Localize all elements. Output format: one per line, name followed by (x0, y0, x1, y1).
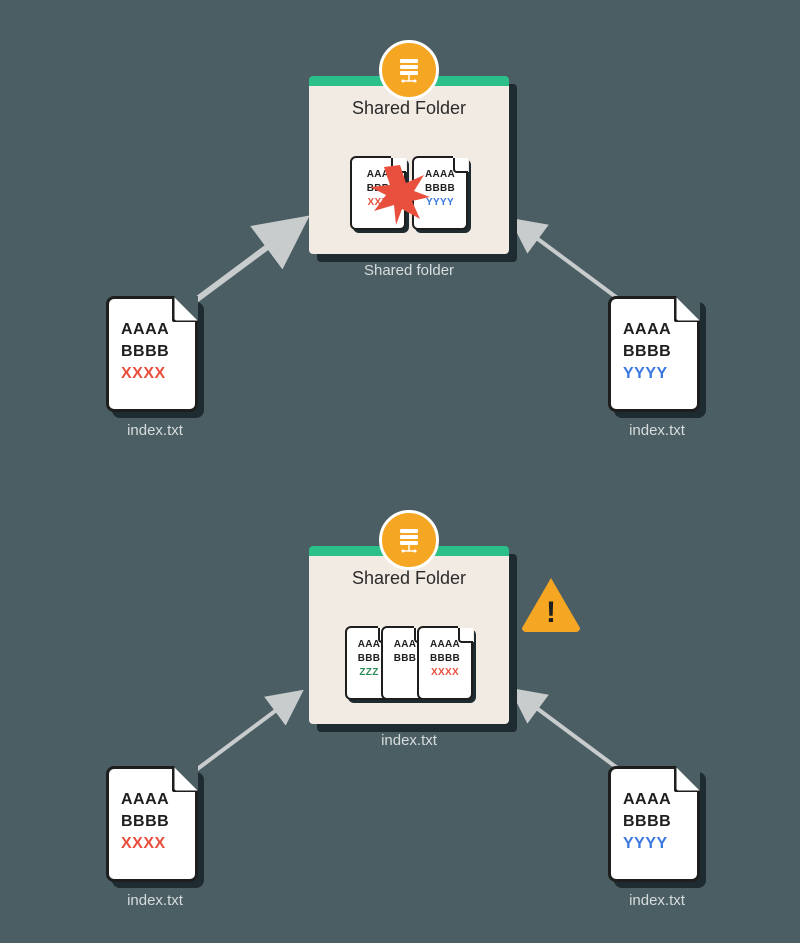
scene-conflict-bottom: Shared Folder AAA BBB ZZZ AAA BBB (0, 470, 800, 943)
server-badge (379, 510, 439, 570)
arrow-right-icon (500, 210, 630, 310)
server-icon (379, 40, 439, 100)
doc-label: index.txt (106, 422, 204, 439)
folder-caption: index.txt (309, 732, 509, 749)
folder-title: Shared Folder (309, 98, 509, 119)
doc-label: index.txt (608, 892, 706, 909)
mini-doc: AAAA BBBB XXXX (417, 626, 473, 712)
mini-docs-row: AAA BBB ZZZ AAA BBB AAAA (319, 626, 499, 712)
doc-left: AAAA BBBB XXXX index.txt (106, 766, 198, 882)
doc-right: AAAA BBBB YYYY index.txt (608, 296, 700, 412)
folder-title: Shared Folder (309, 568, 509, 589)
doc-left: AAAA BBBB XXXX index.txt (106, 296, 198, 412)
scene-conflict-top: Shared Folder AAA BBB XXX AAAA BBBB YYYY (0, 0, 800, 470)
collision-star-icon (370, 165, 430, 225)
svg-text:!: ! (546, 596, 556, 629)
doc-label: index.txt (608, 422, 706, 439)
doc-label: index.txt (106, 892, 204, 909)
shared-folder-box: Shared Folder AAA BBB ZZZ AAA BBB (309, 546, 509, 724)
server-badge (379, 40, 439, 100)
arrow-left-icon (186, 680, 316, 780)
arrow-right-icon (500, 680, 630, 780)
arrow-left-icon (186, 210, 316, 310)
folder-caption: Shared folder (309, 262, 509, 279)
server-icon (379, 510, 439, 570)
warning-icon: ! (520, 576, 582, 632)
doc-right: AAAA BBBB YYYY index.txt (608, 766, 700, 882)
